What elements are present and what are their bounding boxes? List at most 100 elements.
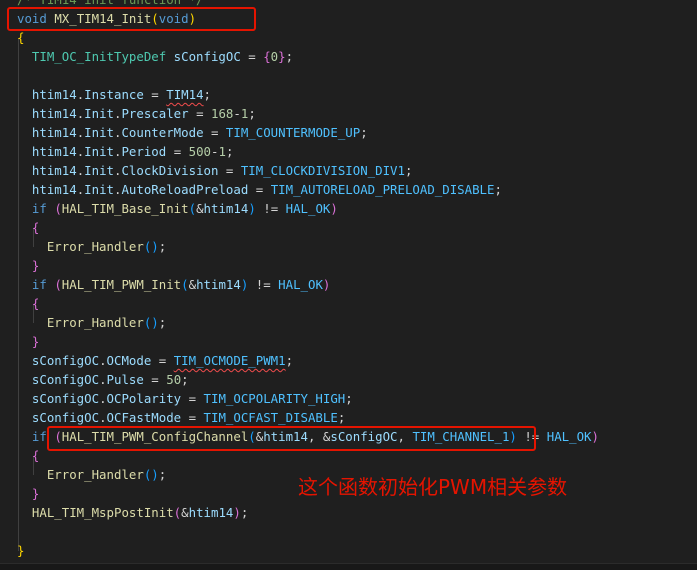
- code-token: ;: [240, 505, 249, 520]
- code-line[interactable]: }: [17, 541, 24, 560]
- code-token: /* TIM14 init function */: [17, 0, 204, 7]
- code-token: htim14: [31, 87, 77, 102]
- code-token: (: [188, 201, 197, 216]
- code-token: sConfigOC: [173, 49, 241, 64]
- code-line[interactable]: htim14.Init.Prescaler = 168-1;: [17, 104, 256, 123]
- code-line[interactable]: sConfigOC.OCPolarity = TIM_OCPOLARITY_HI…: [17, 389, 353, 408]
- code-token: 168: [211, 106, 234, 121]
- code-line[interactable]: sConfigOC.OCFastMode = TIM_OCFAST_DISABL…: [17, 408, 345, 427]
- code-line[interactable]: if (HAL_TIM_Base_Init(&htim14) != HAL_OK…: [17, 199, 338, 218]
- code-token: Prescaler: [121, 106, 189, 121]
- code-token: 1: [218, 144, 226, 159]
- code-token: Error_Handler: [46, 467, 144, 482]
- code-line[interactable]: }: [17, 256, 39, 275]
- code-token: =: [181, 410, 204, 425]
- code-token: Period: [121, 144, 167, 159]
- code-token: ;: [248, 106, 256, 121]
- code-token: Init: [84, 106, 114, 121]
- code-token: Init: [84, 125, 114, 140]
- code-line[interactable]: {: [17, 218, 39, 237]
- code-token: 50: [166, 372, 182, 387]
- code-token: (: [181, 277, 189, 292]
- code-token: HAL_TIM_MspPostInit: [31, 505, 174, 520]
- code-token: !=: [248, 277, 279, 292]
- code-token: (: [54, 201, 62, 216]
- code-token: ): [322, 277, 331, 292]
- code-line[interactable]: Error_Handler();: [17, 237, 166, 256]
- code-token: HAL_TIM_Base_Init: [61, 201, 189, 216]
- code-token: ): [151, 467, 159, 482]
- code-line[interactable]: htim14.Init.ClockDivision = TIM_CLOCKDIV…: [17, 161, 413, 180]
- code-token: Instance: [84, 87, 144, 102]
- code-token: }: [17, 543, 25, 558]
- code-token: TIM14: [166, 87, 204, 102]
- code-token: {: [31, 448, 40, 463]
- code-token: htim14: [203, 201, 249, 216]
- code-token: ;: [158, 315, 167, 330]
- code-token: ;: [203, 87, 212, 102]
- code-token: TIM_CLOCKDIVISION_DIV1: [240, 163, 405, 178]
- code-token: htim14: [31, 106, 77, 121]
- function-signature-highlight: [7, 7, 256, 31]
- code-token: if: [31, 277, 47, 292]
- code-token: OCPolarity: [106, 391, 182, 406]
- code-token: =: [166, 144, 189, 159]
- code-token: htim14: [31, 125, 77, 140]
- code-line[interactable]: sConfigOC.Pulse = 50;: [17, 370, 189, 389]
- code-token: sConfigOC: [31, 353, 100, 368]
- code-token: 500: [188, 144, 212, 159]
- code-token: {: [31, 296, 40, 311]
- code-token: TIM_OC_InitTypeDef: [31, 49, 167, 64]
- code-token: HAL_TIM_PWM_Init: [61, 277, 182, 292]
- code-token: .: [99, 410, 107, 425]
- code-token: &: [181, 505, 189, 520]
- code-line[interactable]: htim14.Init.CounterMode = TIM_COUNTERMOD…: [17, 123, 368, 142]
- code-token: ;: [158, 467, 167, 482]
- code-token: ;: [494, 182, 502, 197]
- code-token: htim14: [188, 505, 234, 520]
- code-token: ;: [337, 410, 346, 425]
- code-token: =: [143, 372, 167, 387]
- code-line[interactable]: TIM_OC_InitTypeDef sConfigOC = {0};: [17, 47, 293, 66]
- code-line[interactable]: }: [17, 484, 39, 503]
- code-line[interactable]: }: [17, 332, 39, 351]
- code-line[interactable]: Error_Handler();: [17, 313, 166, 332]
- code-token: Error_Handler: [46, 315, 144, 330]
- code-token: =: [188, 106, 211, 121]
- code-token: Error_Handler: [46, 239, 144, 254]
- code-line[interactable]: htim14.Init.Period = 500-1;: [17, 142, 234, 161]
- code-token: HAL_OK: [285, 201, 331, 216]
- config-channel-call-highlight: [47, 426, 536, 451]
- code-line[interactable]: {: [17, 294, 39, 313]
- code-token: ;: [158, 239, 167, 254]
- code-line[interactable]: Error_Handler();: [17, 465, 166, 484]
- code-line[interactable]: sConfigOC.OCMode = TIM_OCMODE_PWM1;: [17, 351, 293, 370]
- code-line[interactable]: htim14.Init.AutoReloadPreload = TIM_AUTO…: [17, 180, 502, 199]
- code-token: OCMode: [106, 353, 152, 368]
- code-token: }: [31, 258, 40, 273]
- code-token: TIM_AUTORELOAD_PRELOAD_DISABLE: [270, 182, 495, 197]
- code-line[interactable]: HAL_TIM_MspPostInit(&htim14);: [17, 503, 248, 522]
- code-token: ): [248, 201, 256, 216]
- code-token: ;: [404, 163, 413, 178]
- code-line[interactable]: htim14.Instance = TIM14;: [17, 85, 211, 104]
- code-line[interactable]: {: [17, 446, 39, 465]
- code-token: ;: [181, 372, 189, 387]
- code-token: {: [263, 49, 271, 64]
- code-line[interactable]: if (HAL_TIM_PWM_Init(&htim14) != HAL_OK): [17, 275, 330, 294]
